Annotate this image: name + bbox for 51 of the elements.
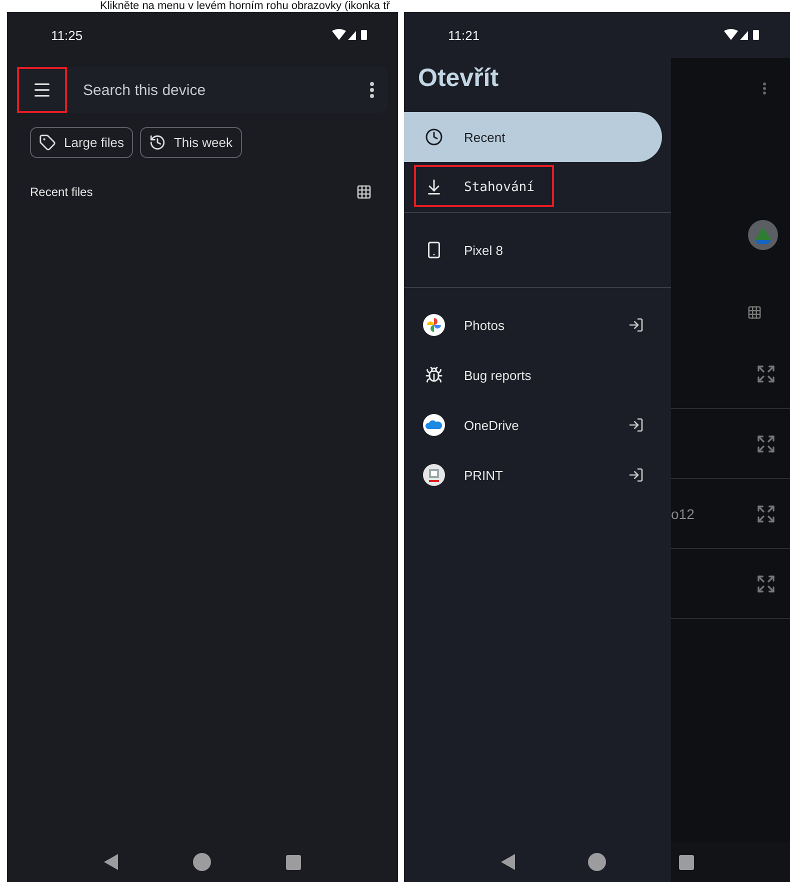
overview-icon[interactable]: [678, 854, 694, 870]
grid-view-button[interactable]: [356, 184, 372, 200]
expand-icon: [756, 504, 776, 524]
back-icon[interactable]: [500, 854, 514, 870]
drawer-item[interactable]: Pixel 8: [404, 225, 662, 275]
search-field[interactable]: Search this device: [81, 80, 370, 100]
home-icon[interactable]: [192, 853, 211, 871]
expand-icon: [756, 574, 776, 594]
status-time: 11:21: [448, 28, 480, 42]
drawer-item[interactable]: Stahování: [404, 162, 662, 212]
drawer-item-label: PRINT: [464, 468, 504, 482]
clock-icon: [425, 128, 443, 146]
section-title: Recent files: [30, 185, 93, 199]
drawer-title: Otevřít: [417, 63, 500, 94]
home-icon[interactable]: [588, 853, 606, 871]
expand-icon: [756, 434, 776, 454]
overview-icon[interactable]: [286, 854, 301, 870]
status-icons: [724, 29, 760, 41]
pinwheel-icon: [423, 314, 445, 336]
drawer-item[interactable]: OneDrive: [404, 400, 662, 450]
triangle-logo-icon: [748, 220, 778, 250]
filter-chip[interactable]: Large files: [30, 127, 133, 158]
menu-button[interactable]: [17, 67, 67, 113]
search-bar[interactable]: Search this device: [17, 67, 388, 113]
download-icon: [425, 178, 443, 196]
printer-icon: [423, 464, 445, 486]
grid-icon: [747, 305, 762, 320]
more-icon: [763, 82, 766, 95]
caption-text: Klikněte na menu v levém horním rohu obrazovky (ikonka tř: [99, 0, 391, 12]
drawer-item[interactable]: PRINT: [404, 450, 662, 500]
drawer-item[interactable]: Photos: [404, 300, 662, 350]
more-icon[interactable]: [370, 82, 374, 98]
status-time: 11:25: [51, 28, 83, 42]
drawer-item[interactable]: Bug reports: [404, 350, 662, 400]
cloud-icon: [423, 414, 445, 436]
file-name-text: o12: [671, 506, 694, 522]
back-icon[interactable]: [104, 854, 118, 870]
drawer-item-label: Pixel 8: [464, 242, 504, 258]
drawer-item[interactable]: Recent: [404, 112, 662, 162]
tag-icon: [39, 134, 56, 151]
drawer-item-label: Photos: [464, 318, 506, 332]
drawer-item-label: OneDrive: [464, 418, 520, 432]
phone-icon: [425, 241, 443, 259]
filter-chip[interactable]: This week: [140, 127, 242, 158]
drawer-item-label: Bug reports: [464, 368, 532, 382]
history-icon: [148, 134, 166, 151]
status-icons: [332, 29, 368, 41]
expand-icon: [756, 364, 776, 384]
bug-icon: [425, 366, 443, 384]
drawer-item-label: Stahování: [464, 180, 536, 194]
drawer-item-label: Recent: [464, 130, 506, 144]
